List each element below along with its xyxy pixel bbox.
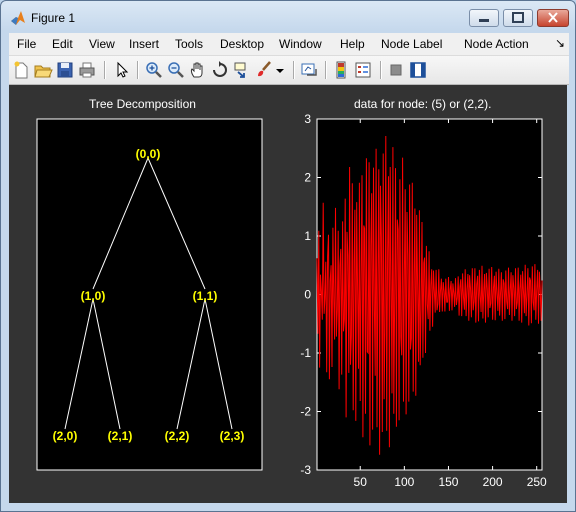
rotate-3d-icon[interactable]: [210, 60, 230, 80]
save-icon[interactable]: [55, 60, 75, 80]
toolbar-separator: [293, 61, 295, 79]
x-tick-label: 200: [483, 475, 503, 489]
menu-bar: File Edit View Insert Tools Desktop Wind…: [9, 33, 569, 56]
title-bar[interactable]: Figure 1: [1, 1, 575, 33]
maximize-button[interactable]: [503, 9, 533, 27]
pan-hand-icon[interactable]: [188, 60, 208, 80]
y-tick-label: -3: [300, 463, 311, 477]
x-tick-label: 250: [527, 475, 547, 489]
matlab-logo-icon: [11, 11, 25, 25]
new-figure-icon[interactable]: [11, 60, 31, 80]
y-tick-label: 0: [304, 288, 311, 302]
toolbar-separator: [325, 61, 327, 79]
dock-arrow-icon[interactable]: ↘: [555, 36, 565, 50]
close-button[interactable]: [537, 9, 569, 27]
close-icon: [548, 12, 558, 23]
legend-icon[interactable]: [353, 60, 373, 80]
figure-window: Figure 1 File Edit View Insert Tools Des…: [0, 0, 576, 512]
y-tick-label: 2: [304, 171, 311, 185]
menu-window[interactable]: Window: [279, 37, 322, 51]
link-plot-icon[interactable]: [299, 60, 319, 80]
open-file-icon[interactable]: [33, 60, 53, 80]
menu-edit[interactable]: Edit: [52, 37, 73, 51]
brush-icon[interactable]: [254, 60, 274, 80]
brush-dropdown-icon[interactable]: [274, 60, 286, 80]
menu-node-action[interactable]: Node Action: [464, 37, 529, 51]
data-cursor-icon[interactable]: [232, 60, 252, 80]
menu-help[interactable]: Help: [340, 37, 365, 51]
menu-insert[interactable]: Insert: [129, 37, 159, 51]
menu-desktop[interactable]: Desktop: [220, 37, 264, 51]
x-tick-label: 150: [438, 475, 458, 489]
signal-axes[interactable]: 3 2 1 0 -1 -2 -3 50 100 150 200 250: [9, 85, 567, 503]
figure-canvas: Tree Decomposition (0,0) (1,0) (1,1) (2,…: [9, 85, 567, 503]
menu-node-label[interactable]: Node Label: [381, 37, 442, 51]
show-plot-tools-icon[interactable]: [408, 60, 428, 80]
colorbar-icon[interactable]: [331, 60, 351, 80]
y-tick-label: -1: [300, 346, 311, 360]
y-tick-label: -2: [300, 405, 311, 419]
zoom-out-icon[interactable]: [166, 60, 186, 80]
hide-plot-tools-icon[interactable]: [386, 60, 406, 80]
x-tick-label: 100: [394, 475, 414, 489]
x-tick-label: 50: [354, 475, 368, 489]
y-tick-label: 3: [304, 112, 311, 126]
figure-toolbar: [9, 56, 569, 85]
toolbar-separator: [380, 61, 382, 79]
print-icon[interactable]: [77, 60, 97, 80]
toolbar-separator: [137, 61, 139, 79]
zoom-in-icon[interactable]: [144, 60, 164, 80]
select-arrow-icon[interactable]: [111, 60, 131, 80]
menu-file[interactable]: File: [17, 37, 36, 51]
maximize-icon: [512, 12, 524, 23]
y-tick-label: 1: [304, 229, 311, 243]
menu-tools[interactable]: Tools: [175, 37, 203, 51]
toolbar-separator: [104, 61, 106, 79]
minimize-button[interactable]: [469, 9, 499, 27]
menu-view[interactable]: View: [89, 37, 115, 51]
minimize-icon: [479, 19, 489, 22]
window-title: Figure 1: [31, 11, 76, 25]
